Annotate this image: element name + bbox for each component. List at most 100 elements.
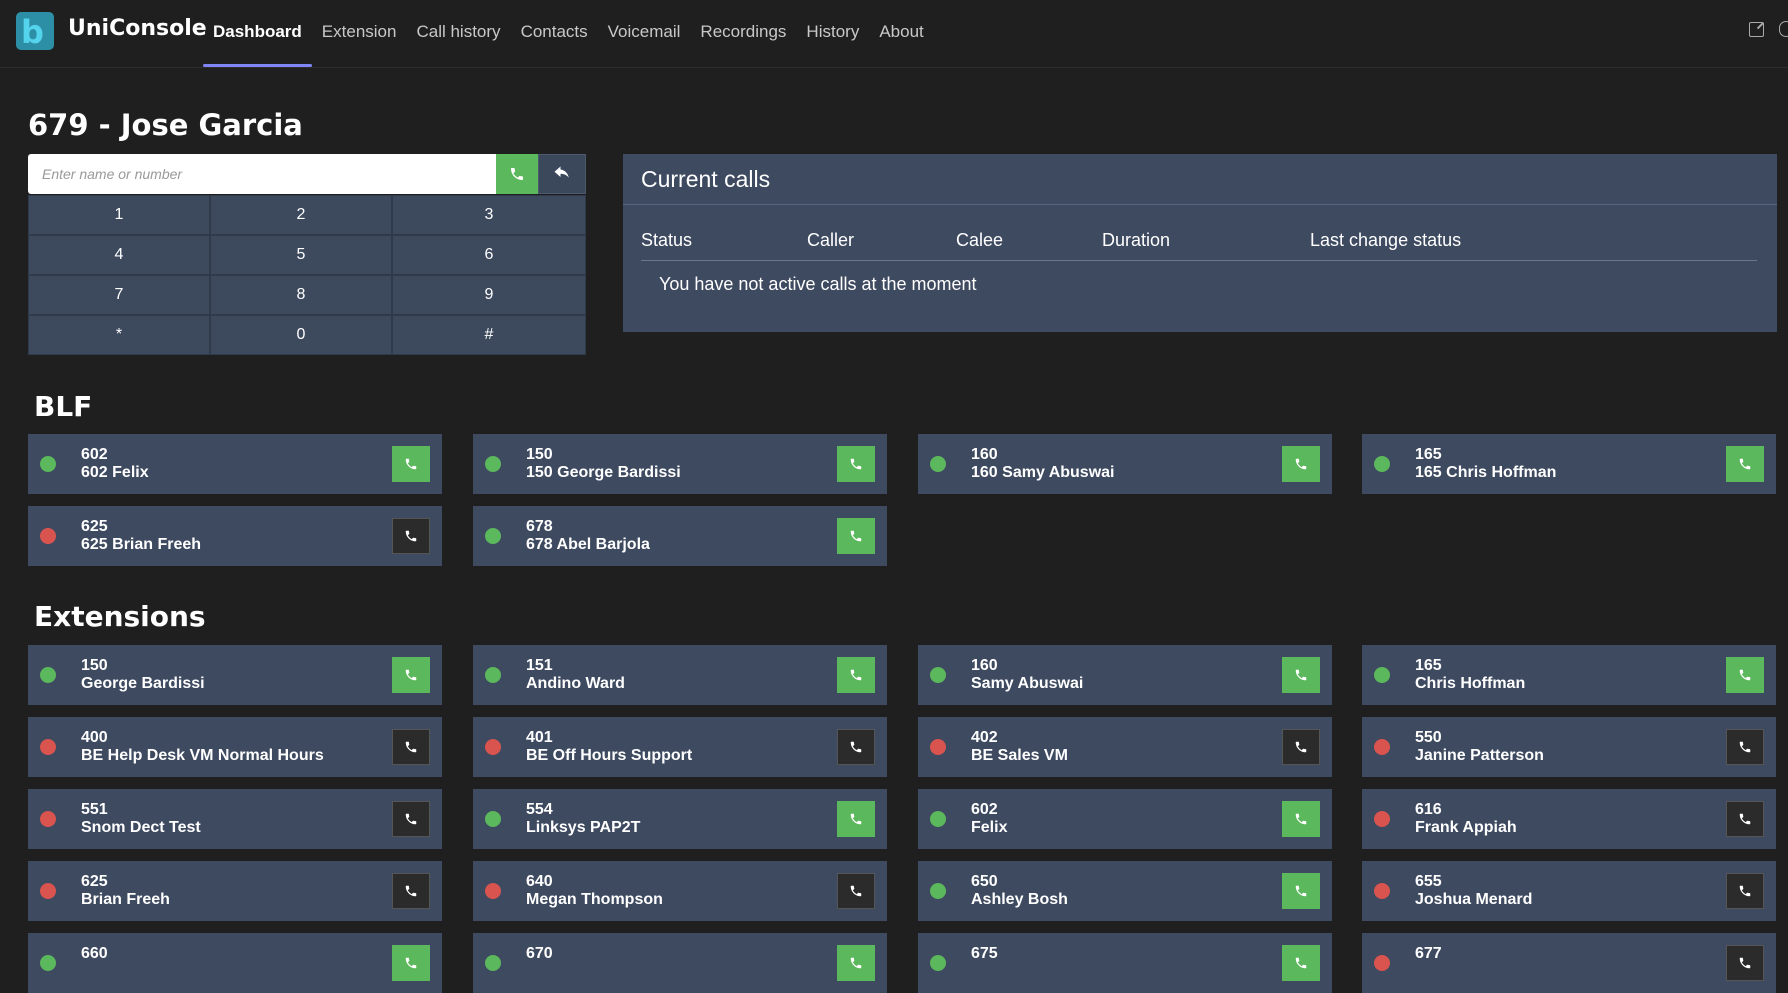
keypad-key[interactable]: 8 [210,275,392,315]
phone-icon [511,168,523,180]
call-button[interactable] [1282,657,1320,693]
current-calls-title: Current calls [623,154,1777,205]
extension-card[interactable]: 660 [28,933,442,993]
extension-card[interactable]: 678 678 Abel Barjola [473,506,887,566]
nav-tab-call-history[interactable]: Call history [406,0,510,67]
call-button[interactable] [1726,657,1764,693]
status-dot-icon [930,883,946,899]
call-button[interactable] [1282,729,1320,765]
extension-name: 678 Abel Barjola [526,536,650,553]
phone-icon [1738,740,1752,754]
keypad-key[interactable]: 5 [210,235,392,275]
call-button[interactable] [837,801,875,837]
extension-card[interactable]: 160 160 Samy Abuswai [918,434,1332,494]
call-button[interactable] [392,446,430,482]
extension-card[interactable]: 670 [473,933,887,993]
status-dot-icon [1374,667,1390,683]
status-dot-icon [40,667,56,683]
nav-tab-recordings[interactable]: Recordings [690,0,796,67]
current-calls-table: Status Caller Calee Duration Last change sta… [641,220,1757,307]
dial-call-button[interactable] [496,154,538,194]
call-button[interactable] [837,518,875,554]
extension-card[interactable]: 165 165 Chris Hoffman [1362,434,1776,494]
nav-tab-dashboard[interactable]: Dashboard [203,0,312,67]
extension-card[interactable]: 655 Joshua Menard [1362,861,1776,921]
keypad-key[interactable]: 3 [392,195,586,235]
call-button[interactable] [392,945,430,981]
extension-card[interactable]: 150 150 George Bardissi [473,434,887,494]
extension-card[interactable]: 650 Ashley Bosh [918,861,1332,921]
call-button[interactable] [837,945,875,981]
extension-name: 150 George Bardissi [526,464,681,481]
call-button[interactable] [1726,801,1764,837]
phone-icon [1738,668,1752,682]
extension-card[interactable]: 551 Snom Dect Test [28,789,442,849]
phone-icon [1738,457,1752,471]
call-button[interactable] [1726,446,1764,482]
nav-tab-extension[interactable]: Extension [312,0,407,67]
keypad-key[interactable]: # [392,315,586,355]
call-button[interactable] [837,873,875,909]
nav-tab-contacts[interactable]: Contacts [511,0,598,67]
keypad-key[interactable]: 2 [210,195,392,235]
keypad-key[interactable]: 7 [28,275,210,315]
call-button[interactable] [1282,446,1320,482]
phone-icon [1738,812,1752,826]
status-dot-icon [1374,883,1390,899]
extension-card[interactable]: 640 Megan Thompson [473,861,887,921]
extension-card[interactable]: 402 BE Sales VM [918,717,1332,777]
keypad-key[interactable]: 1 [28,195,210,235]
call-button[interactable] [837,446,875,482]
call-button[interactable] [392,518,430,554]
extension-card[interactable]: 401 BE Off Hours Support [473,717,887,777]
keypad-key[interactable]: * [28,315,210,355]
status-dot-icon [1374,955,1390,971]
keypad-key[interactable]: 9 [392,275,586,315]
extension-number: 400 [81,729,108,746]
extension-card[interactable]: 602 Felix [918,789,1332,849]
extension-name: Frank Appiah [1415,819,1517,836]
extension-card[interactable]: 160 Samy Abuswai [918,645,1332,705]
keypad-key[interactable]: 6 [392,235,586,275]
extensions-title: Extensions [34,600,206,633]
call-button[interactable] [837,729,875,765]
extension-card[interactable]: 554 Linksys PAP2T [473,789,887,849]
extension-card[interactable]: 151 Andino Ward [473,645,887,705]
nav-tab-history[interactable]: History [796,0,869,67]
extension-name: 160 Samy Abuswai [971,464,1115,481]
extension-card[interactable]: 675 [918,933,1332,993]
call-button[interactable] [1282,945,1320,981]
keypad-key[interactable]: 4 [28,235,210,275]
call-button[interactable] [1726,729,1764,765]
popout-icon[interactable] [1749,22,1764,37]
extension-number: 550 [1415,729,1442,746]
dial-input[interactable] [28,154,496,194]
call-button[interactable] [392,873,430,909]
call-button[interactable] [1726,873,1764,909]
call-button[interactable] [392,657,430,693]
keypad-key[interactable]: 0 [210,315,392,355]
extension-card[interactable]: 677 [1362,933,1776,993]
call-button[interactable] [1282,801,1320,837]
status-dot-icon [485,955,501,971]
extension-card[interactable]: 602 602 Felix [28,434,442,494]
call-button[interactable] [837,657,875,693]
call-button[interactable] [1726,945,1764,981]
extension-card[interactable]: 625 Brian Freeh [28,861,442,921]
more-icon[interactable] [1779,21,1788,37]
extension-card[interactable]: 165 Chris Hoffman [1362,645,1776,705]
extension-name: Janine Patterson [1415,747,1544,764]
extension-number: 625 [81,873,108,890]
call-button[interactable] [392,729,430,765]
extension-card[interactable]: 150 George Bardissi [28,645,442,705]
backspace-button[interactable] [538,154,586,194]
extension-card[interactable]: 616 Frank Appiah [1362,789,1776,849]
status-dot-icon [485,667,501,683]
extension-card[interactable]: 550 Janine Patterson [1362,717,1776,777]
nav-tab-voicemail[interactable]: Voicemail [598,0,691,67]
nav-tab-about[interactable]: About [869,0,933,67]
call-button[interactable] [1282,873,1320,909]
extension-card[interactable]: 400 BE Help Desk VM Normal Hours [28,717,442,777]
extension-card[interactable]: 625 625 Brian Freeh [28,506,442,566]
call-button[interactable] [392,801,430,837]
